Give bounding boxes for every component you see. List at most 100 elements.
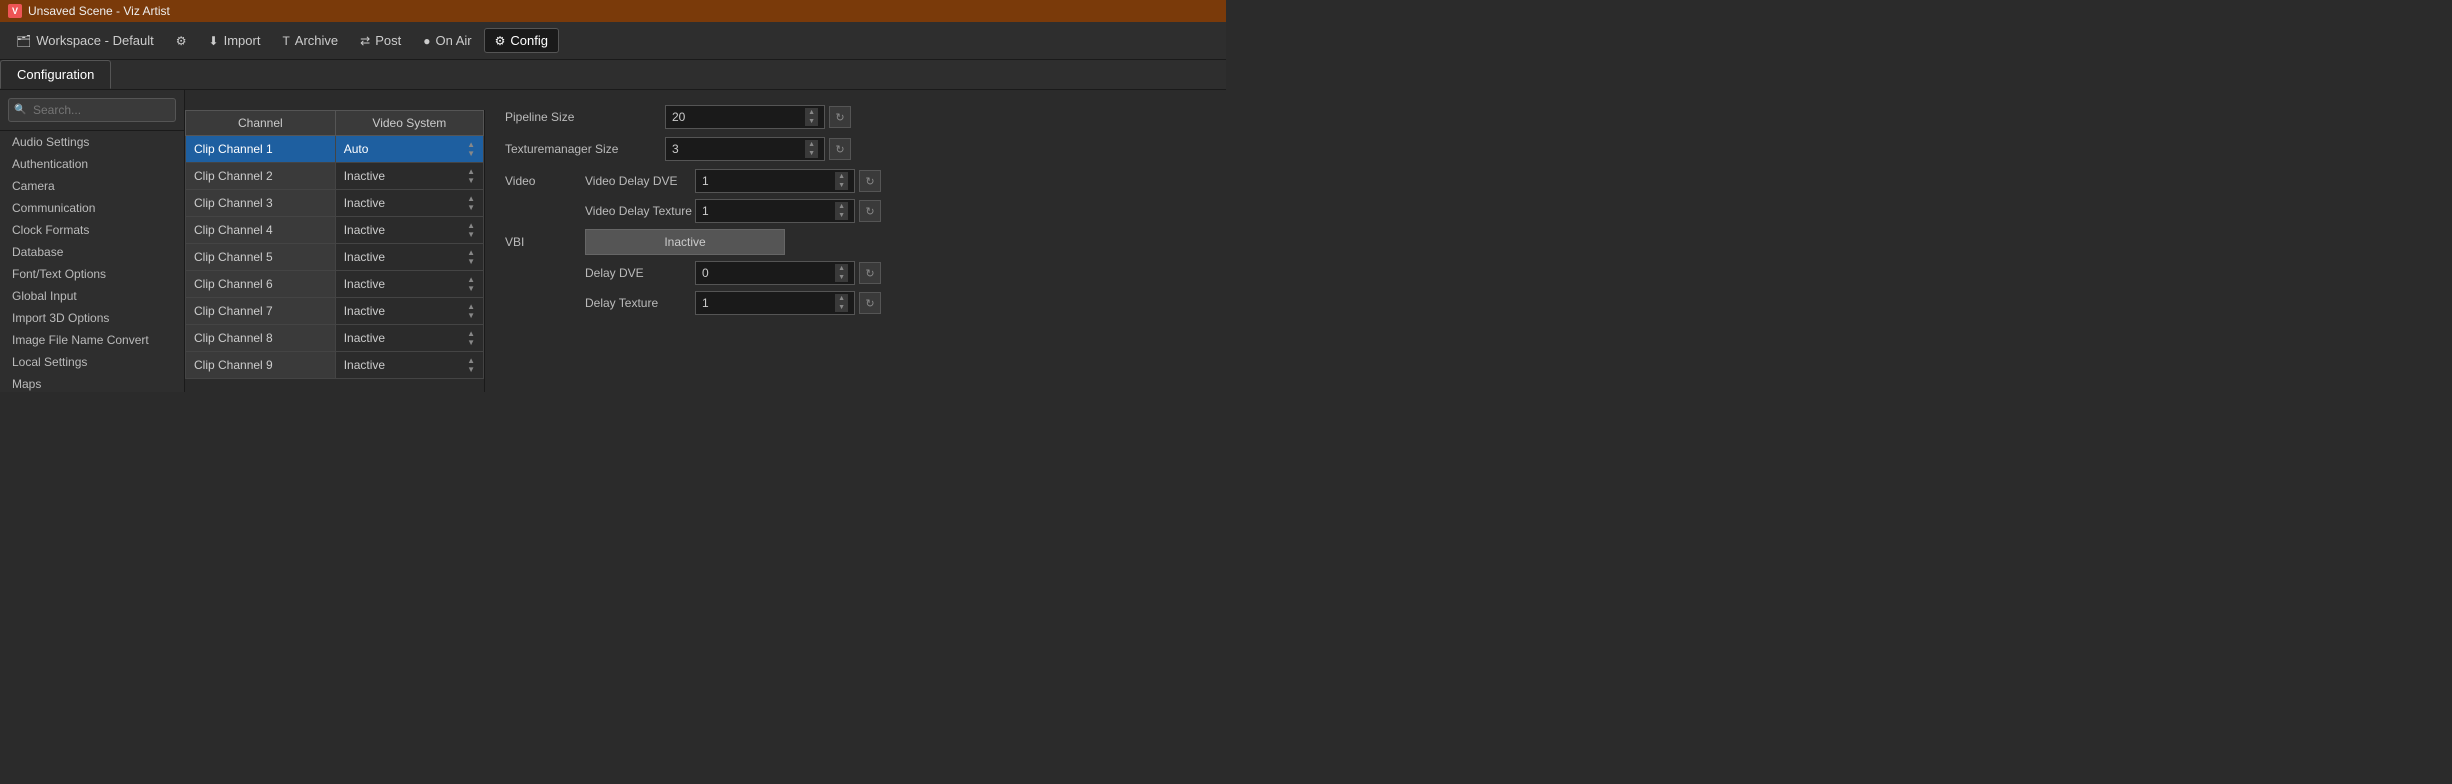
vbi-delay-texture-row: Delay Texture 1 ▲ ▼ ↻ bbox=[505, 291, 1206, 315]
vbi-delay-dve-up[interactable]: ▲ bbox=[835, 264, 848, 273]
sidebar-item-database[interactable]: Database bbox=[0, 241, 184, 263]
vbi-delay-texture-down[interactable]: ▼ bbox=[835, 303, 848, 312]
table-row[interactable]: Clip Channel 2 Inactive ▲▼ bbox=[186, 163, 484, 190]
dropdown-arrows[interactable]: ▲▼ bbox=[467, 275, 475, 293]
app-icon: V bbox=[8, 4, 22, 18]
vbi-delay-dve-down[interactable]: ▼ bbox=[835, 273, 848, 282]
sidebar-item-clock-formats[interactable]: Clock Formats bbox=[0, 219, 184, 241]
menu-onair[interactable]: ● On Air bbox=[413, 29, 481, 52]
texturemanager-size-value: 3 bbox=[672, 142, 801, 156]
import-label: Import bbox=[224, 33, 261, 48]
video-delay-dve-spinners[interactable]: ▲ ▼ bbox=[835, 172, 848, 190]
post-label: Post bbox=[375, 33, 401, 48]
menu-workspace[interactable]: 🗂 Workspace - Default bbox=[6, 29, 164, 52]
texturemanager-size-label: Texturemanager Size bbox=[505, 142, 665, 156]
menu-post[interactable]: ⇄ Post bbox=[350, 29, 411, 52]
table-row[interactable]: Clip Channel 5 Inactive ▲▼ bbox=[186, 244, 484, 271]
texturemanager-size-row: Texturemanager Size 3 ▲ ▼ ↻ bbox=[505, 137, 1206, 161]
vbi-delay-texture-label: Delay Texture bbox=[585, 296, 695, 310]
sidebar-item-font-text-options[interactable]: Font/Text Options bbox=[0, 263, 184, 285]
video-system-cell: Auto ▲▼ bbox=[335, 136, 483, 163]
channel-name-cell: Clip Channel 8 bbox=[186, 325, 336, 352]
table-row[interactable]: Clip Channel 7 Inactive ▲▼ bbox=[186, 298, 484, 325]
dropdown-arrows[interactable]: ▲▼ bbox=[467, 221, 475, 239]
dropdown-arrows[interactable]: ▲▼ bbox=[467, 302, 475, 320]
title-bar: V Unsaved Scene - Viz Artist bbox=[0, 0, 1226, 22]
vbi-delay-texture-up[interactable]: ▲ bbox=[835, 294, 848, 303]
sidebar-list: Audio Settings Authentication Camera Com… bbox=[0, 131, 184, 392]
vbi-delay-dve-spinners[interactable]: ▲ ▼ bbox=[835, 264, 848, 282]
video-delay-texture-input[interactable]: 1 ▲ ▼ bbox=[695, 199, 855, 223]
channel-name-cell: Clip Channel 1 bbox=[186, 136, 336, 163]
menu-config[interactable]: ⚙ Config bbox=[484, 28, 559, 53]
vbi-delay-dve-input[interactable]: 0 ▲ ▼ bbox=[695, 261, 855, 285]
video-delay-texture-down[interactable]: ▼ bbox=[835, 211, 848, 220]
vbi-delay-dve-label: Delay DVE bbox=[585, 266, 695, 280]
sidebar-item-communication[interactable]: Communication bbox=[0, 197, 184, 219]
vbi-delay-texture-input[interactable]: 1 ▲ ▼ bbox=[695, 291, 855, 315]
texturemanager-size-spinners[interactable]: ▲ ▼ bbox=[805, 140, 818, 158]
pipeline-size-refresh[interactable]: ↻ bbox=[829, 106, 851, 128]
dropdown-arrows[interactable]: ▲▼ bbox=[467, 140, 475, 158]
pipeline-size-spinners[interactable]: ▲ ▼ bbox=[805, 108, 818, 126]
search-input[interactable] bbox=[8, 98, 176, 122]
table-row[interactable]: Clip Channel 4 Inactive ▲▼ bbox=[186, 217, 484, 244]
video-delay-texture-refresh[interactable]: ↻ bbox=[859, 200, 881, 222]
table-row[interactable]: Clip Channel 9 Inactive ▲▼ bbox=[186, 352, 484, 379]
video-system-cell: Inactive ▲▼ bbox=[335, 298, 483, 325]
sidebar-item-image-file-name-convert[interactable]: Image File Name Convert bbox=[0, 329, 184, 351]
channel-col-header: Channel bbox=[186, 111, 336, 136]
table-row[interactable]: Clip Channel 8 Inactive ▲▼ bbox=[186, 325, 484, 352]
vbi-delay-texture-spinners[interactable]: ▲ ▼ bbox=[835, 294, 848, 312]
vbi-inactive-button[interactable]: Inactive bbox=[585, 229, 785, 255]
video-delay-texture-spinners[interactable]: ▲ ▼ bbox=[835, 202, 848, 220]
sidebar-item-global-input[interactable]: Global Input bbox=[0, 285, 184, 307]
sidebar-item-audio-settings[interactable]: Audio Settings bbox=[0, 131, 184, 153]
video-delay-dve-input[interactable]: 1 ▲ ▼ bbox=[695, 169, 855, 193]
video-system-cell: Inactive ▲▼ bbox=[335, 217, 483, 244]
dropdown-arrows[interactable]: ▲▼ bbox=[467, 356, 475, 374]
window-title: Unsaved Scene - Viz Artist bbox=[28, 4, 170, 18]
channel-name-cell: Clip Channel 7 bbox=[186, 298, 336, 325]
vbi-delay-dve-row: Delay DVE 0 ▲ ▼ ↻ bbox=[505, 261, 1206, 285]
sidebar-item-local-settings[interactable]: Local Settings bbox=[0, 351, 184, 373]
pipeline-size-up[interactable]: ▲ bbox=[805, 108, 818, 117]
pipeline-size-value: 20 bbox=[672, 110, 801, 124]
dropdown-arrows[interactable]: ▲▼ bbox=[467, 167, 475, 185]
tab-configuration[interactable]: Configuration bbox=[0, 60, 111, 89]
vbi-delay-texture-refresh[interactable]: ↻ bbox=[859, 292, 881, 314]
dropdown-arrows[interactable]: ▲▼ bbox=[467, 248, 475, 266]
dropdown-arrows[interactable]: ▲▼ bbox=[467, 194, 475, 212]
menu-archive[interactable]: T Archive bbox=[272, 29, 348, 52]
menu-import[interactable]: ⬇ Import bbox=[199, 29, 271, 52]
texturemanager-size-input[interactable]: 3 ▲ ▼ bbox=[665, 137, 825, 161]
texturemanager-size-down[interactable]: ▼ bbox=[805, 149, 818, 158]
table-row[interactable]: Clip Channel 3 Inactive ▲▼ bbox=[186, 190, 484, 217]
sidebar-item-authentication[interactable]: Authentication bbox=[0, 153, 184, 175]
table-row[interactable]: Clip Channel 6 Inactive ▲▼ bbox=[186, 271, 484, 298]
video-system-cell: Inactive ▲▼ bbox=[335, 352, 483, 379]
table-row[interactable]: Clip Channel 1 Auto ▲▼ bbox=[186, 136, 484, 163]
video-delay-texture-up[interactable]: ▲ bbox=[835, 202, 848, 211]
video-delay-dve-refresh[interactable]: ↻ bbox=[859, 170, 881, 192]
video-delay-texture-label: Video Delay Texture bbox=[585, 204, 695, 218]
sidebar-item-import-3d-options[interactable]: Import 3D Options bbox=[0, 307, 184, 329]
menu-settings[interactable]: ⚙ bbox=[166, 30, 197, 52]
pipeline-size-down[interactable]: ▼ bbox=[805, 117, 818, 126]
channels-table: Channel Video System Clip Channel 1 Auto… bbox=[185, 110, 484, 379]
main-layout: Audio Settings Authentication Camera Com… bbox=[0, 90, 1226, 392]
sidebar-item-maps[interactable]: Maps bbox=[0, 373, 184, 392]
vbi-delay-dve-refresh[interactable]: ↻ bbox=[859, 262, 881, 284]
video-delay-dve-up[interactable]: ▲ bbox=[835, 172, 848, 181]
search-box bbox=[0, 90, 184, 131]
pipeline-size-input[interactable]: 20 ▲ ▼ bbox=[665, 105, 825, 129]
dropdown-arrows[interactable]: ▲▼ bbox=[467, 329, 475, 347]
video-delay-dve-down[interactable]: ▼ bbox=[835, 181, 848, 190]
sidebar-item-camera[interactable]: Camera bbox=[0, 175, 184, 197]
video-section-label: Video bbox=[505, 174, 585, 188]
channel-name-cell: Clip Channel 5 bbox=[186, 244, 336, 271]
video-delay-dve-label: Video Delay DVE bbox=[585, 174, 695, 188]
workspace-label: Workspace - Default bbox=[36, 33, 154, 48]
texturemanager-size-up[interactable]: ▲ bbox=[805, 140, 818, 149]
texturemanager-size-refresh[interactable]: ↻ bbox=[829, 138, 851, 160]
